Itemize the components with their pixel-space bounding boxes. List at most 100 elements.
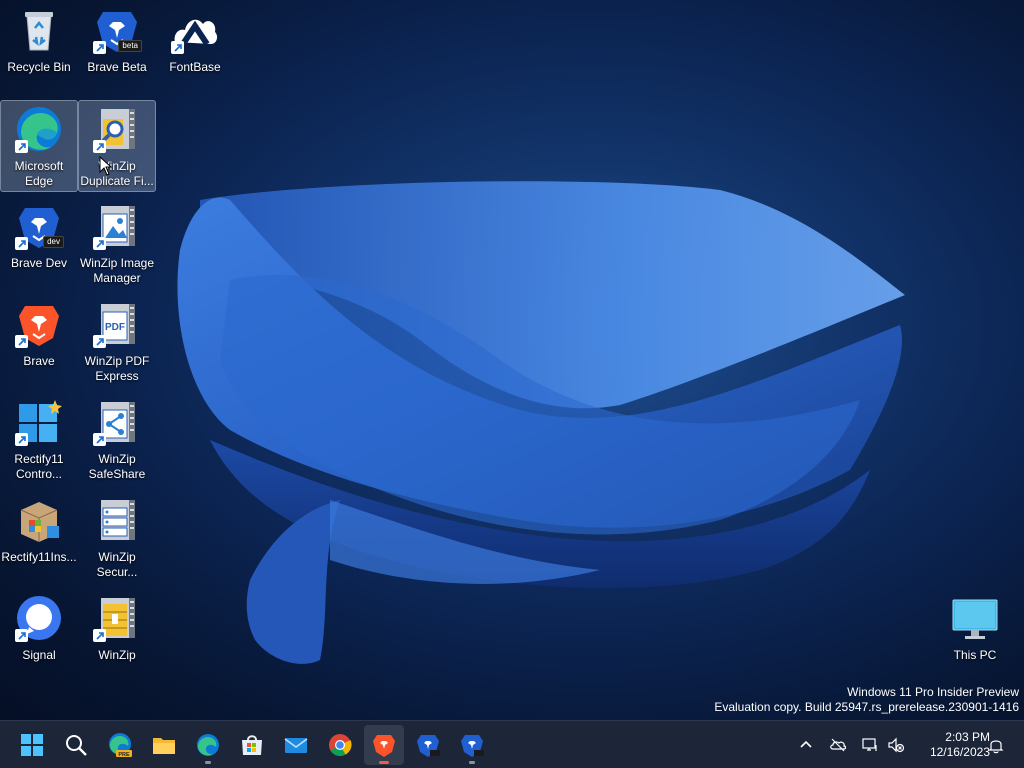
desktop-icon-winzip-image-manager[interactable]: WinZip Image Manager: [78, 198, 156, 290]
taskbar: PRE 2:03 PM 12/16/2023: [0, 720, 1024, 768]
taskbar-file-explorer[interactable]: [144, 725, 184, 765]
taskbar-brave-dev[interactable]: [408, 725, 448, 765]
desktop-icon-brave[interactable]: Brave: [0, 296, 78, 388]
winzip-icon: [93, 594, 141, 642]
taskbar-brave-beta[interactable]: [452, 725, 492, 765]
store-icon: [242, 735, 262, 755]
desktop[interactable]: Recycle Bin Microsoft Edge dev Brave Dev…: [0, 0, 1024, 720]
edge-icon: [15, 105, 63, 153]
brave-lion-icon: [15, 300, 63, 348]
desktop-icon-label: WinZip SafeShare: [88, 452, 146, 481]
desktop-icon-label: Brave Dev: [10, 256, 68, 270]
shortcut-arrow-icon: [15, 140, 28, 153]
taskbar-brave[interactable]: [364, 725, 404, 765]
winzip-image-icon: [93, 202, 141, 250]
mouse-cursor-icon: [99, 156, 113, 176]
desktop-icon-label: Rectify11Ins...: [1, 550, 77, 564]
windows-watermark: Windows 11 Pro Insider Preview Evaluatio…: [714, 685, 1019, 715]
chrome-icon: [329, 734, 352, 756]
tray-notifications[interactable]: [984, 733, 1008, 757]
chevron-up-icon: [800, 740, 812, 748]
desktop-icon-brave-beta[interactable]: beta Brave Beta: [78, 2, 156, 94]
edge-icon: [197, 734, 219, 756]
desktop-icon-winzip-pdf-express[interactable]: PDF WinZip PDF Express: [78, 296, 156, 388]
shortcut-arrow-icon: [171, 41, 184, 54]
desktop-icon-microsoft-edge[interactable]: Microsoft Edge: [0, 100, 78, 192]
edge-pre-icon: PRE: [109, 733, 132, 758]
shortcut-arrow-icon: [93, 140, 106, 153]
windows-logo-icon: [21, 734, 43, 756]
shortcut-arrow-icon: [93, 237, 106, 250]
desktop-icon-label: Brave Beta: [87, 60, 147, 74]
clock-time: 2:03 PM: [945, 730, 990, 744]
shortcut-arrow-icon: [15, 335, 28, 348]
tray-onedrive[interactable]: [826, 733, 850, 757]
desktop-icon-label: Rectify11 Contro...: [14, 452, 64, 481]
shortcut-arrow-icon: [15, 433, 28, 446]
desktop-icon-winzip[interactable]: WinZip: [78, 590, 156, 682]
watermark-edition: Windows 11 Pro Insider Preview: [847, 685, 1019, 699]
start-button[interactable]: [12, 725, 52, 765]
taskbar-edge-preview[interactable]: PRE: [100, 725, 140, 765]
recycle-bin-icon: [15, 6, 63, 54]
taskbar-chrome[interactable]: [320, 725, 360, 765]
pre-badge-text: PRE: [118, 752, 130, 758]
clock-date: 12/16/2023: [929, 745, 990, 759]
watermark-build: Evaluation copy. Build 25947.rs_prerelea…: [714, 700, 1019, 714]
shortcut-arrow-icon: [15, 629, 28, 642]
shortcut-arrow-icon: [93, 433, 106, 446]
beta-badge: beta: [118, 40, 142, 52]
taskbar-clock[interactable]: 2:03 PM 12/16/2023: [912, 730, 990, 760]
brave-lion-icon: [373, 735, 395, 757]
desktop-icon-winzip-duplicate-finder[interactable]: WinZip Duplicate Fi...: [78, 100, 156, 192]
desktop-icon-rectify11-installer[interactable]: Rectify11Ins...: [0, 492, 78, 584]
desktop-icon-label: WinZip Secur...: [96, 550, 138, 579]
folder-icon: [153, 738, 175, 754]
brave-lion-icon: beta: [93, 6, 142, 54]
tray-network[interactable]: [858, 733, 882, 757]
desktop-icon-label: WinZip Duplicate Fi...: [80, 159, 154, 188]
desktop-icon-fontbase[interactable]: FontBase: [156, 2, 234, 94]
search-button[interactable]: [56, 725, 96, 765]
desktop-icon-label: FontBase: [169, 60, 221, 74]
desktop-icon-label: Signal: [22, 648, 56, 662]
taskbar-microsoft-store[interactable]: [232, 725, 272, 765]
tray-overflow-button[interactable]: [794, 733, 818, 757]
desktop-icon-label: WinZip: [98, 648, 136, 662]
desktop-icon-label: Brave: [23, 354, 55, 368]
pdf-badge-text: PDF: [105, 322, 125, 333]
desktop-icon-this-pc[interactable]: This PC: [936, 590, 1014, 682]
desktop-icon-winzip-safeshare[interactable]: WinZip SafeShare: [78, 394, 156, 486]
cloud-off-icon: [830, 738, 847, 752]
desktop-icon-winzip-secure[interactable]: WinZip Secur...: [78, 492, 156, 584]
rectify11-icon: [15, 398, 63, 446]
shortcut-arrow-icon: [93, 41, 106, 54]
taskbar-edge[interactable]: [188, 725, 228, 765]
shortcut-arrow-icon: [15, 237, 28, 250]
fontbase-icon: [171, 6, 219, 54]
running-indicator: [469, 761, 475, 764]
tray-volume[interactable]: [884, 733, 908, 757]
desktop-icon-label: Microsoft Edge: [14, 159, 64, 188]
network-icon: [862, 738, 877, 751]
brave-dev-icon: [417, 735, 440, 757]
desktop-icon-signal[interactable]: Signal: [0, 590, 78, 682]
installer-box-icon: [15, 496, 63, 544]
desktop-icon-label: WinZip Image Manager: [79, 256, 155, 285]
taskbar-mail[interactable]: [276, 725, 316, 765]
desktop-icon-rectify11-control[interactable]: Rectify11 Contro...: [0, 394, 78, 486]
shortcut-arrow-icon: [93, 335, 106, 348]
active-indicator: [379, 761, 389, 764]
desktop-icon-brave-dev[interactable]: dev Brave Dev: [0, 198, 78, 290]
winzip-secure-icon: [93, 496, 141, 544]
winzip-pdf-icon: PDF: [93, 300, 141, 348]
signal-icon: [15, 594, 63, 642]
search-icon: [66, 735, 87, 756]
monitor-icon: [951, 594, 999, 642]
winzip-safeshare-icon: [93, 398, 141, 446]
running-indicator: [205, 761, 211, 764]
desktop-icon-label: This PC: [953, 648, 997, 662]
winzip-duplicate-icon: [93, 105, 141, 153]
desktop-icon-recycle-bin[interactable]: Recycle Bin: [0, 2, 78, 94]
volume-muted-icon: [888, 737, 905, 753]
